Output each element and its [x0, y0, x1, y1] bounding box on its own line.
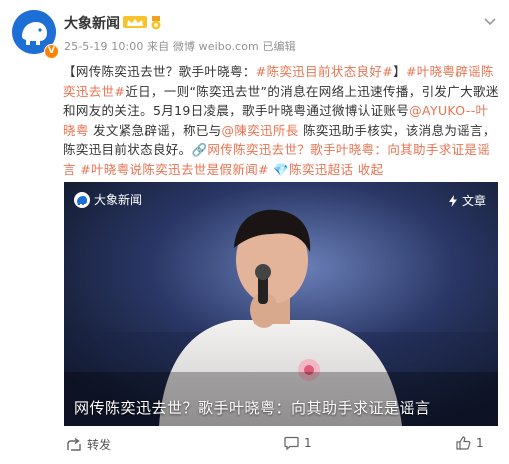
post-text-segment: 【网传陈奕迅去世？歌手叶晓粤： — [63, 64, 256, 79]
more-options-icon[interactable] — [483, 14, 497, 28]
comment-count: 1 — [304, 436, 312, 450]
concert-photo — [64, 182, 498, 426]
media-logo-text: 大象新闻 — [94, 193, 143, 207]
comment-icon — [284, 436, 299, 450]
post-action-bar: 转发 1 1 — [64, 433, 498, 457]
post-link[interactable]: @陳奕迅所長 — [222, 123, 299, 138]
like-count: 1 — [476, 436, 484, 450]
logo-icon — [74, 191, 90, 208]
forward-button[interactable]: 转发 — [66, 436, 111, 453]
verified-badge: V — [44, 44, 59, 59]
like-button[interactable]: 1 — [456, 436, 484, 450]
comment-button[interactable]: 1 — [284, 436, 312, 450]
author-name[interactable]: 大象新闻 — [64, 13, 120, 33]
weibo-post-card: V 大象新闻 25-5-19 10:00 来自 微博 weibo.com 已编辑… — [0, 0, 509, 464]
forward-label: 转发 — [87, 438, 112, 452]
lightning-article-icon — [448, 194, 457, 207]
media-caption: 网传陈奕迅去世？歌手叶晓粤：向其助手求证是谣言 — [74, 399, 431, 417]
post-link[interactable]: 💎陈奕迅超话 — [273, 162, 353, 177]
post-link[interactable]: #叶晓粤说陈奕迅去世是假新闻# — [80, 162, 269, 177]
vip-crown-icon — [123, 16, 147, 28]
post-link[interactable]: 收起 — [353, 162, 383, 177]
post-body: 【网传陈奕迅去世？歌手叶晓粤：#陈奕迅目前状态良好#】#叶晓粤辟谣陈奕迅去世#近… — [63, 62, 501, 180]
medal-icon — [150, 15, 162, 30]
article-label[interactable]: 文章 — [447, 192, 486, 209]
forward-icon — [67, 437, 81, 451]
article-label-text: 文章 — [461, 194, 486, 208]
post-link[interactable]: #陈奕迅目前状态良好# — [256, 64, 393, 79]
post-text-segment: 发文紧急辟谣，称已与 — [88, 122, 222, 138]
post-meta: 25-5-19 10:00 来自 微博 weibo.com 已编辑 — [64, 40, 296, 53]
media-logo: 大象新闻 — [74, 191, 142, 208]
like-icon — [456, 436, 471, 450]
post-media-thumbnail[interactable]: 大象新闻 文章 网传陈奕迅去世？歌手叶晓粤：向其助手求证是谣言 — [64, 182, 498, 426]
post-text-segment: 】 — [393, 64, 406, 79]
